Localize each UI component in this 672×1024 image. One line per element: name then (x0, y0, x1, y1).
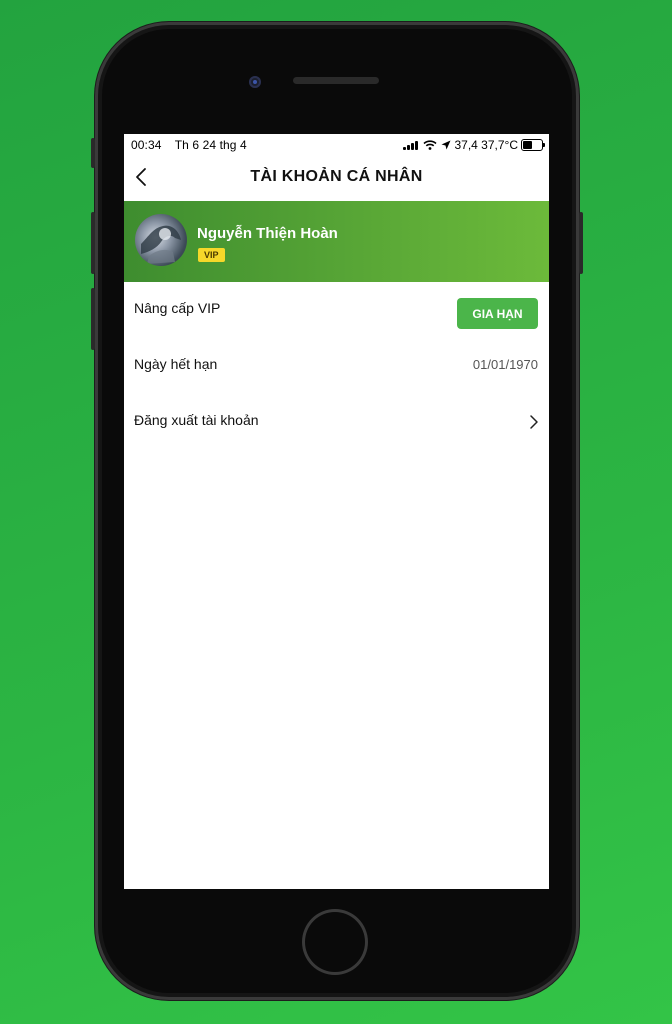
volume-up-button (91, 212, 95, 274)
volume-down-button (91, 288, 95, 350)
signal-icon (403, 140, 419, 150)
mute-switch (91, 138, 95, 168)
phone-frame: 00:34 Th 6 24 thg 4 37,4 37,7°C TÀI KHOẢ… (91, 22, 583, 1000)
front-camera (249, 76, 261, 88)
navigation-bar: TÀI KHOẢN CÁ NHÂN (124, 156, 549, 201)
location-arrow-icon (441, 140, 451, 150)
status-bar: 00:34 Th 6 24 thg 4 37,4 37,7°C (124, 134, 549, 156)
logout-label: Đăng xuất tài khoản (134, 412, 259, 428)
status-time: 00:34 (131, 138, 162, 152)
vip-badge: VIP (198, 248, 225, 262)
expiry-date-row: Ngày hết hạn 01/01/1970 (124, 338, 549, 394)
user-name: Nguyễn Thiện Hoàn (197, 225, 338, 242)
expiry-date-label: Ngày hết hạn (134, 356, 218, 372)
home-button[interactable] (302, 909, 368, 975)
renew-button[interactable]: GIA HẠN (457, 298, 538, 329)
status-indicators: 37,4 37,7°C (454, 138, 518, 152)
battery-icon (521, 139, 545, 151)
avatar-image (141, 225, 181, 264)
upgrade-vip-row: Nâng cấp VIP GIA HẠN (124, 282, 549, 338)
wifi-icon (423, 140, 438, 150)
logout-row[interactable]: Đăng xuất tài khoản (124, 394, 549, 450)
upgrade-vip-label: Nâng cấp VIP (134, 300, 221, 316)
chevron-right-icon (530, 415, 538, 429)
page-title: TÀI KHOẢN CÁ NHÂN (250, 168, 423, 185)
profile-banner: Nguyễn Thiện Hoàn VIP (124, 201, 549, 282)
avatar[interactable] (135, 214, 187, 266)
power-button (579, 212, 583, 274)
expiry-date-value: 01/01/1970 (472, 357, 538, 372)
app-screen: 00:34 Th 6 24 thg 4 37,4 37,7°C TÀI KHOẢ… (124, 134, 549, 889)
status-date: Th 6 24 thg 4 (174, 138, 247, 152)
earpiece-speaker (293, 77, 379, 84)
